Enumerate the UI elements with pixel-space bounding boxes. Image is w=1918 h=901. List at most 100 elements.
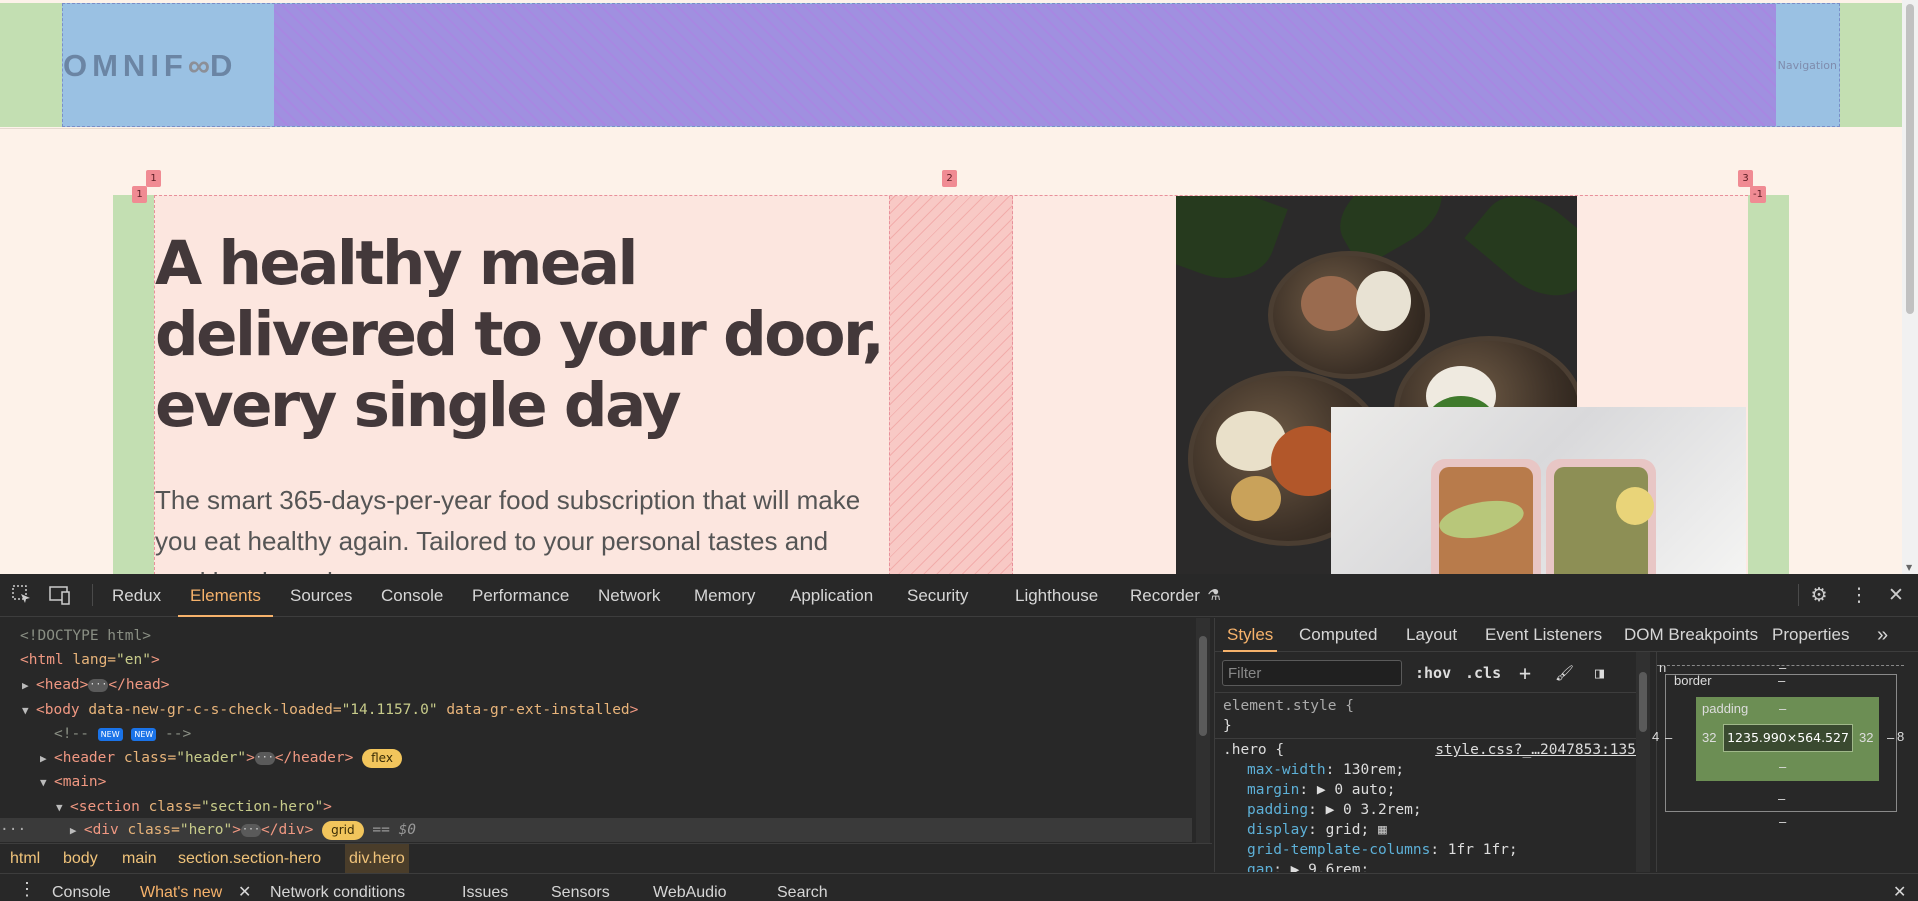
tab-sources[interactable]: Sources: [290, 574, 352, 617]
border-label: border: [1674, 673, 1712, 688]
more-options-icon[interactable]: ⋮: [1847, 584, 1871, 606]
styles-filter-input[interactable]: [1222, 660, 1402, 686]
padding-bottom-value[interactable]: –: [1779, 759, 1786, 774]
infinity-icon: ∞: [187, 48, 210, 83]
styles-scrollbar[interactable]: [1636, 652, 1650, 872]
padding-left-value[interactable]: 32: [1702, 730, 1716, 745]
omnifood-logo[interactable]: OMNIF∞D: [63, 48, 237, 84]
tab-dom-breakpoints[interactable]: DOM Breakpoints: [1624, 618, 1758, 652]
device-toolbar-icon[interactable]: [48, 584, 72, 606]
breadcrumb-main[interactable]: main: [122, 844, 157, 873]
margin-left-value[interactable]: 4: [1652, 729, 1659, 744]
dom-node-div-hero[interactable]: ··· ▶ <div class="hero">···</div> grid ==…: [0, 818, 1192, 842]
expand-triangle-icon: ▶: [22, 679, 29, 692]
drawer-tab-network-conditions[interactable]: Network conditions: [270, 883, 405, 901]
dom-node-head[interactable]: ▶ <head>···</head>: [22, 673, 170, 697]
paint-brush-icon[interactable]: 🖌: [1555, 662, 1574, 684]
hov-toggle[interactable]: :hov: [1415, 662, 1451, 684]
breadcrumb-section-hero[interactable]: section.section-hero: [178, 844, 321, 873]
close-devtools-icon[interactable]: ✕: [1884, 584, 1908, 606]
css-property-gap[interactable]: gap: ▶ 9.6rem;: [1247, 860, 1369, 872]
scroll-down-icon[interactable]: ▼: [1906, 563, 1912, 572]
tab-application[interactable]: Application: [790, 574, 873, 617]
border-top-value[interactable]: –: [1778, 673, 1785, 688]
dom-node-body[interactable]: ▼ <body data-new-gr-c-s-check-loaded="14.…: [22, 698, 638, 722]
new-badge-icon: NEW: [131, 727, 157, 741]
tab-redux[interactable]: Redux: [112, 574, 161, 617]
dom-node-main[interactable]: ▼ <main>: [40, 770, 106, 794]
flask-icon: ⚗: [1207, 586, 1221, 604]
collapse-triangle-icon: ▼: [22, 704, 29, 717]
navigation-label[interactable]: Navigation: [1778, 59, 1837, 72]
margin-bottom-value[interactable]: –: [1779, 814, 1786, 829]
css-hero-selector[interactable]: .hero {: [1223, 740, 1284, 760]
grid-badge: grid: [322, 820, 364, 840]
inspect-element-icon[interactable]: [10, 584, 34, 606]
dom-node-doctype[interactable]: <!DOCTYPE html>: [20, 624, 151, 648]
border-right-value[interactable]: –: [1887, 730, 1894, 745]
tab-elements[interactable]: Elements: [178, 574, 273, 617]
css-property-display[interactable]: display: grid; ▦: [1247, 820, 1387, 840]
drawer-tab-sensors[interactable]: Sensors: [551, 883, 610, 901]
drawer-tab-webaudio[interactable]: WebAudio: [653, 883, 727, 901]
close-drawer-icon[interactable]: ✕: [1893, 883, 1906, 901]
dom-node-comment[interactable]: <!-- NEW NEW -->: [54, 722, 191, 746]
tab-console[interactable]: Console: [381, 574, 443, 617]
box-padding: padding – 32 1235.990×564.527 32 –: [1696, 697, 1879, 781]
tab-event-listeners[interactable]: Event Listeners: [1485, 618, 1602, 652]
settings-gear-icon[interactable]: ⚙: [1807, 584, 1831, 606]
tab-layout[interactable]: Layout: [1406, 618, 1457, 652]
padding-label: padding: [1702, 701, 1749, 716]
hero-mealprep-photo: [1331, 407, 1746, 574]
more-tabs-icon[interactable]: »: [1877, 618, 1888, 652]
page-scrollbar[interactable]: ▼: [1902, 0, 1918, 574]
drawer-tab-issues[interactable]: Issues: [462, 883, 508, 901]
header-flex-gap: [274, 4, 1776, 126]
tab-network[interactable]: Network: [598, 574, 660, 617]
drawer-menu-icon[interactable]: ⋮: [18, 879, 36, 899]
css-element-style-selector[interactable]: element.style {: [1223, 696, 1354, 716]
tab-recorder[interactable]: Recorder: [1130, 574, 1200, 617]
tab-lighthouse[interactable]: Lighthouse: [1015, 574, 1098, 617]
padding-right-value[interactable]: 32: [1859, 730, 1873, 745]
box-model-diagram: n – border – padding – 32 1235.990×564.5…: [1652, 652, 1918, 872]
breadcrumb-html[interactable]: html: [10, 844, 40, 873]
border-bottom-value[interactable]: –: [1778, 791, 1785, 806]
collapse-triangle-icon: ▼: [56, 801, 63, 814]
breadcrumb-body[interactable]: body: [63, 844, 98, 873]
drawer-tab-console[interactable]: Console: [52, 883, 111, 901]
dom-node-html[interactable]: <html lang="en">: [20, 648, 160, 672]
css-property-max-width[interactable]: max-width: 130rem;: [1247, 760, 1404, 780]
breadcrumb-div-hero[interactable]: div.hero: [345, 844, 409, 873]
tab-memory[interactable]: Memory: [694, 574, 755, 617]
drawer-tab-search[interactable]: Search: [777, 883, 828, 901]
css-property-padding[interactable]: padding: ▶ 0 3.2rem;: [1247, 800, 1422, 820]
box-content-size[interactable]: 1235.990×564.527: [1723, 724, 1853, 752]
tab-properties[interactable]: Properties: [1772, 618, 1849, 652]
elements-scrollbar[interactable]: [1196, 618, 1210, 872]
padding-top-value[interactable]: –: [1779, 701, 1786, 716]
border-left-value[interactable]: –: [1665, 730, 1672, 745]
dom-node-header[interactable]: ▶ <header class="header">···</header> fle…: [40, 746, 402, 770]
styles-pane: Styles Computed Layout Event Listeners D…: [1214, 618, 1918, 872]
toggle-sidebar-icon[interactable]: ◨: [1595, 662, 1604, 684]
tab-styles[interactable]: Styles: [1222, 618, 1278, 652]
margin-right-value[interactable]: 8: [1897, 729, 1904, 744]
scrollbar-thumb[interactable]: [1906, 4, 1914, 314]
dom-node-section-hero[interactable]: ▼ <section class="section-hero">: [56, 795, 332, 819]
css-source-link[interactable]: style.css?_…2047853:135: [1435, 740, 1636, 760]
tab-computed[interactable]: Computed: [1299, 618, 1377, 652]
hero-description: The smart 365-days-per-year food subscri…: [155, 485, 861, 574]
grid-line-number: 3: [1738, 170, 1753, 187]
drawer-tab-whats-new[interactable]: What's new: [140, 883, 222, 901]
header-content-area: OMNIF∞D Navigation: [62, 3, 1840, 127]
css-property-grid-template-columns[interactable]: grid-template-columns: 1fr 1fr;: [1247, 840, 1518, 860]
tab-security[interactable]: Security: [907, 574, 968, 617]
cls-toggle[interactable]: .cls: [1465, 662, 1501, 684]
css-property-margin[interactable]: margin: ▶ 0 auto;: [1247, 780, 1395, 800]
tab-performance[interactable]: Performance: [472, 574, 569, 617]
hero-heading: A healthy meal delivered to your door, e…: [155, 228, 885, 441]
add-rule-icon[interactable]: +: [1519, 662, 1531, 684]
close-whats-new-icon[interactable]: ✕: [238, 883, 251, 901]
logo-text-end: D: [209, 48, 238, 83]
